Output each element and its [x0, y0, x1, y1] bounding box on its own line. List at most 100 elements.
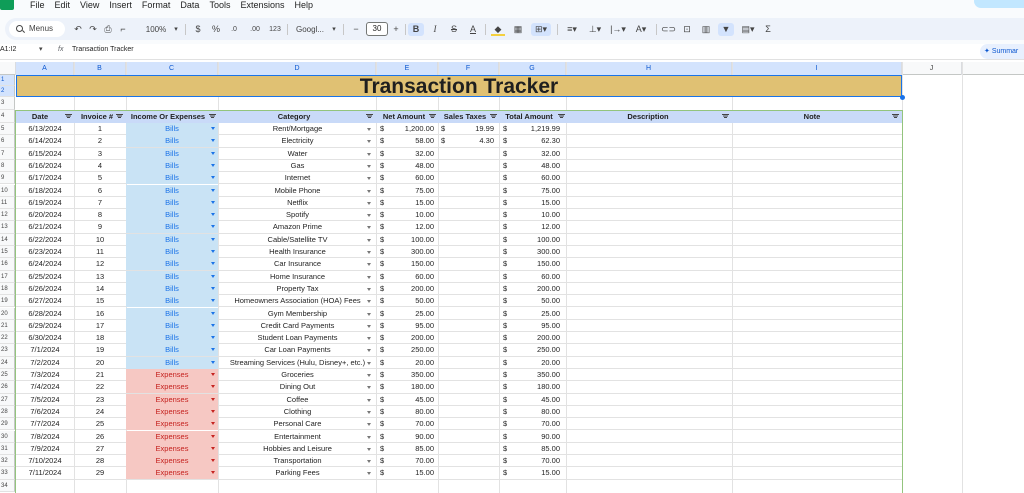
- chevron-down-icon[interactable]: [367, 201, 371, 205]
- row-header-5[interactable]: 5: [0, 123, 15, 136]
- merge-cells-icon[interactable]: ⊞▾: [531, 23, 551, 36]
- chevron-down-icon[interactable]: [211, 373, 215, 376]
- category-dropdown[interactable]: Streaming Services (Hulu, Disney+, etc.): [219, 357, 376, 369]
- filter-views-icon[interactable]: ▤▾: [738, 23, 758, 36]
- invoice-cell[interactable]: 19: [74, 344, 126, 356]
- selection-handle[interactable]: [900, 95, 905, 100]
- chevron-down-icon[interactable]: [211, 360, 215, 364]
- type-dropdown[interactable]: Expenses: [126, 418, 218, 431]
- net-amount-cell[interactable]: 70.00: [386, 455, 434, 467]
- chevron-down-icon[interactable]: [367, 140, 371, 144]
- category-dropdown[interactable]: Transportation: [219, 455, 376, 467]
- chevron-down-icon[interactable]: [367, 189, 371, 193]
- total-amount-cell[interactable]: 10.00: [506, 209, 560, 221]
- invoice-cell[interactable]: 26: [74, 431, 126, 443]
- type-dropdown[interactable]: Bills: [126, 147, 218, 160]
- type-dropdown[interactable]: Bills: [126, 295, 218, 308]
- category-dropdown[interactable]: Cable/Satellite TV: [219, 234, 376, 246]
- category-dropdown[interactable]: Electricity: [219, 135, 376, 147]
- category-dropdown[interactable]: Amazon Prime: [219, 221, 376, 233]
- type-dropdown[interactable]: Bills: [126, 332, 218, 345]
- total-amount-cell[interactable]: 12.00: [506, 221, 560, 233]
- chevron-down-icon[interactable]: [211, 213, 215, 217]
- net-amount-cell[interactable]: 48.00: [386, 160, 434, 172]
- category-dropdown[interactable]: Property Tax: [219, 283, 376, 295]
- category-dropdown[interactable]: Coffee: [219, 394, 376, 406]
- type-dropdown[interactable]: Bills: [126, 356, 218, 369]
- date-cell[interactable]: 6/25/2024: [16, 271, 74, 283]
- type-dropdown[interactable]: Expenses: [126, 455, 218, 468]
- total-amount-cell[interactable]: 80.00: [506, 406, 560, 418]
- net-amount-cell[interactable]: 50.00: [386, 295, 434, 307]
- net-amount-cell[interactable]: 25.00: [386, 308, 434, 320]
- total-amount-cell[interactable]: 32.00: [506, 148, 560, 160]
- date-cell[interactable]: 6/23/2024: [16, 246, 74, 258]
- chevron-down-icon[interactable]: [211, 409, 215, 413]
- net-amount-cell[interactable]: 350.00: [386, 369, 434, 381]
- row-header-28[interactable]: 28: [0, 405, 15, 419]
- row-header-2[interactable]: 2: [0, 86, 15, 97]
- type-dropdown[interactable]: Expenses: [126, 430, 218, 443]
- chevron-down-icon[interactable]: [367, 300, 371, 304]
- category-dropdown[interactable]: Homeowners Association (HOA) Fees: [219, 295, 376, 307]
- total-amount-cell[interactable]: 100.00: [506, 234, 560, 246]
- chevron-down-icon[interactable]: [211, 225, 215, 229]
- category-dropdown[interactable]: Personal Care: [219, 418, 376, 430]
- chevron-down-icon[interactable]: [211, 274, 215, 278]
- menu-format[interactable]: Format: [137, 0, 176, 11]
- date-cell[interactable]: 6/20/2024: [16, 209, 74, 221]
- invoice-cell[interactable]: 24: [74, 406, 126, 418]
- total-amount-cell[interactable]: 60.00: [506, 172, 560, 184]
- type-dropdown[interactable]: Bills: [126, 233, 218, 246]
- chevron-down-icon[interactable]: [367, 398, 371, 402]
- percent-format-button[interactable]: %: [211, 23, 221, 36]
- chevron-down-icon[interactable]: [211, 188, 215, 192]
- row-header-25[interactable]: 25: [0, 369, 15, 382]
- sheet-title-cell[interactable]: Transaction Tracker: [16, 75, 902, 97]
- chevron-down-icon[interactable]: [211, 250, 215, 253]
- sales-tax-cell[interactable]: 19.99: [446, 123, 494, 135]
- row-header-1[interactable]: 1: [0, 75, 15, 86]
- invoice-cell[interactable]: 14: [74, 283, 126, 295]
- net-amount-cell[interactable]: 200.00: [386, 332, 434, 344]
- chevron-down-icon[interactable]: [211, 471, 215, 475]
- invoice-cell[interactable]: 3: [74, 148, 126, 160]
- net-amount-cell[interactable]: 32.00: [386, 148, 434, 160]
- total-amount-cell[interactable]: 200.00: [506, 283, 560, 295]
- chevron-down-icon[interactable]: [367, 324, 371, 328]
- row-header-16[interactable]: 16: [0, 258, 15, 271]
- row-header-18[interactable]: 18: [0, 282, 15, 296]
- menu-data[interactable]: Data: [175, 0, 204, 11]
- chevron-down-icon[interactable]: [367, 423, 371, 427]
- chevron-down-icon[interactable]: [367, 337, 371, 341]
- chevron-down-icon[interactable]: [211, 459, 215, 463]
- category-dropdown[interactable]: Dining Out: [219, 381, 376, 393]
- invoice-cell[interactable]: 10: [74, 234, 126, 246]
- column-header-i[interactable]: I: [732, 62, 902, 75]
- net-amount-cell[interactable]: 300.00: [386, 246, 434, 258]
- chevron-down-icon[interactable]: [211, 434, 215, 438]
- category-dropdown[interactable]: Credit Card Payments: [219, 320, 376, 332]
- net-amount-cell[interactable]: 58.00: [386, 135, 434, 147]
- row-header-12[interactable]: 12: [0, 209, 15, 222]
- type-dropdown[interactable]: Expenses: [126, 467, 218, 480]
- chevron-down-icon[interactable]: [211, 262, 215, 266]
- total-amount-cell[interactable]: 75.00: [506, 185, 560, 197]
- invoice-cell[interactable]: 28: [74, 455, 126, 467]
- filter-tax-icon[interactable]: [490, 114, 497, 120]
- invoice-cell[interactable]: 5: [74, 172, 126, 184]
- type-dropdown[interactable]: Bills: [126, 258, 218, 271]
- category-dropdown[interactable]: Rent/Mortgage: [219, 123, 376, 135]
- menu-extensions[interactable]: Extensions: [235, 0, 289, 11]
- chevron-down-icon[interactable]: [367, 349, 371, 353]
- invoice-cell[interactable]: 4: [74, 160, 126, 172]
- net-amount-cell[interactable]: 95.00: [386, 320, 434, 332]
- insert-chart-icon[interactable]: ▥: [699, 23, 713, 36]
- italic-button[interactable]: I: [428, 23, 442, 36]
- chevron-down-icon[interactable]: [367, 214, 371, 218]
- sheets-logo-icon[interactable]: [0, 0, 14, 10]
- type-dropdown[interactable]: Bills: [126, 196, 218, 209]
- date-cell[interactable]: 7/8/2024: [16, 431, 74, 443]
- total-amount-cell[interactable]: 70.00: [506, 455, 560, 467]
- category-dropdown[interactable]: Netflix: [219, 197, 376, 209]
